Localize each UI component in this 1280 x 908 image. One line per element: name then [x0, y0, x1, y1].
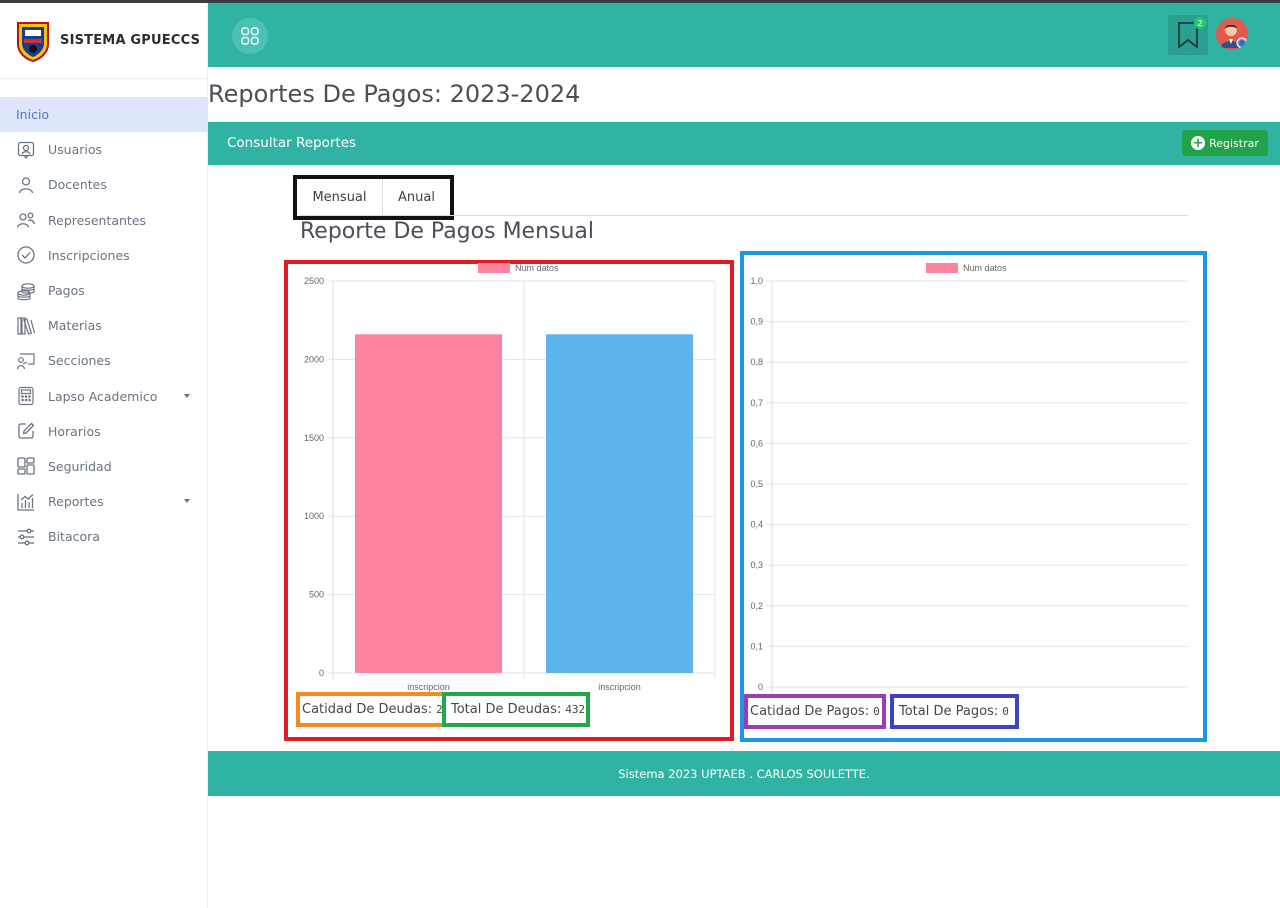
chevron-down-icon	[184, 499, 190, 504]
report-title: Reporte De Pagos Mensual	[300, 219, 595, 244]
dashboard-icon	[16, 456, 36, 476]
sidebar-item-label: Usuarios	[48, 142, 103, 158]
presentation-icon	[16, 351, 36, 371]
sidebar-item-pagos[interactable]: Pagos	[0, 273, 208, 308]
user-avatar[interactable]	[1216, 18, 1248, 50]
pagos-count-label: Catidad De Pagos:	[750, 704, 870, 719]
register-button-label: Registrar	[1209, 136, 1259, 150]
deudas-total-label: Total De Deudas:	[451, 702, 562, 717]
people-icon	[16, 210, 36, 230]
tab-anual[interactable]: Anual	[383, 179, 450, 216]
register-button[interactable]: + Registrar	[1182, 130, 1268, 156]
sidebar-item-lapso-academico[interactable]: Lapso Academico	[0, 379, 208, 414]
sliders-icon	[16, 527, 36, 547]
window-top-border	[0, 0, 1280, 3]
sidebar: SISTEMA GPUECCS Inicio Usuarios Docentes…	[0, 3, 208, 908]
pagos-total-stat: Total De Pagos: 0	[890, 694, 1019, 729]
plus-circle-icon: +	[1191, 135, 1206, 151]
deudas-count-stat: Catidad De Deudas: 2	[296, 692, 446, 727]
footer-text: Sistema 2023 UPTAEB . CARLOS SOULETTE.	[618, 766, 870, 781]
menu-toggle-button[interactable]	[232, 18, 268, 54]
sidebar-nav: Inicio Usuarios Docentes Representantes …	[0, 97, 208, 554]
page-title: Reportes De Pagos: 2023-2024	[208, 80, 581, 108]
sidebar-item-label: Seguridad	[48, 458, 112, 474]
sidebar-item-label: Pagos	[48, 283, 85, 299]
notification-count-badge: 2	[1194, 17, 1206, 29]
edit-icon	[16, 421, 36, 441]
books-icon	[16, 316, 36, 336]
sidebar-item-representantes[interactable]: Representantes	[0, 203, 208, 238]
sidebar-item-usuarios[interactable]: Usuarios	[0, 132, 208, 167]
sidebar-item-label: Docentes	[48, 177, 107, 193]
tab-mensual[interactable]: Mensual	[297, 179, 383, 216]
sidebar-item-docentes[interactable]: Docentes	[0, 167, 208, 202]
sidebar-item-label: Inicio	[16, 107, 50, 123]
sidebar-item-inicio[interactable]: Inicio	[0, 97, 208, 133]
sidebar-item-label: Bitacora	[48, 529, 100, 545]
sidebar-item-label: Reportes	[48, 494, 104, 510]
tabs-divider	[300, 215, 1188, 216]
page-bottom-space	[208, 796, 1280, 908]
sidebar-item-label: Lapso Academico	[48, 388, 158, 404]
sidebar-item-inscripciones[interactable]: Inscripciones	[0, 238, 208, 273]
avatar-image	[1216, 18, 1248, 50]
sidebar-item-label: Secciones	[48, 353, 111, 369]
school-crest-logo	[17, 21, 49, 62]
sidebar-item-bitacora[interactable]: Bitacora	[0, 519, 208, 554]
page-footer: Sistema 2023 UPTAEB . CARLOS SOULETTE.	[208, 751, 1280, 796]
user-badge-icon	[16, 140, 36, 160]
sidebar-item-reportes[interactable]: Reportes	[0, 484, 208, 519]
deudas-count-label: Catidad De Deudas:	[302, 702, 433, 717]
pagos-count-stat: Catidad De Pagos: 0	[744, 694, 886, 729]
sidebar-item-label: Materias	[48, 318, 102, 334]
deudas-total-value: 4320	[565, 703, 590, 716]
report-period-tabs: Mensual Anual	[293, 175, 454, 220]
sidebar-item-secciones[interactable]: Secciones	[0, 343, 208, 378]
sidebar-item-label: Inscripciones	[48, 247, 130, 263]
coins-icon	[16, 281, 36, 301]
calculator-icon	[16, 386, 36, 406]
deudas-total-stat: Total De Deudas: 4320	[442, 692, 590, 727]
sidebar-item-horarios[interactable]: Horarios	[0, 414, 208, 449]
person-icon	[16, 175, 36, 195]
sidebar-item-label: Representantes	[48, 212, 147, 228]
brand[interactable]: SISTEMA GPUECCS	[0, 3, 207, 79]
pagos-chart-panel	[740, 251, 1207, 742]
chart-icon	[16, 492, 36, 512]
top-header: 2	[208, 3, 1280, 67]
sidebar-item-label: Horarios	[48, 423, 101, 439]
pagos-total-label: Total De Pagos:	[899, 704, 999, 719]
section-toolbar: Consultar Reportes + Registrar	[208, 122, 1280, 165]
sidebar-item-materias[interactable]: Materias	[0, 308, 208, 343]
chevron-down-icon	[184, 393, 190, 398]
grid-menu-icon	[241, 27, 259, 45]
app-name: SISTEMA GPUECCS	[60, 33, 201, 48]
check-circle-icon	[16, 245, 36, 265]
pagos-count-value: 0	[873, 705, 880, 718]
notifications-button[interactable]: 2	[1168, 15, 1208, 55]
sidebar-item-seguridad[interactable]: Seguridad	[0, 449, 208, 484]
deudas-chart-panel	[284, 260, 734, 741]
toolbar-title: Consultar Reportes	[227, 135, 357, 151]
pagos-total-value: 0	[1002, 705, 1009, 718]
